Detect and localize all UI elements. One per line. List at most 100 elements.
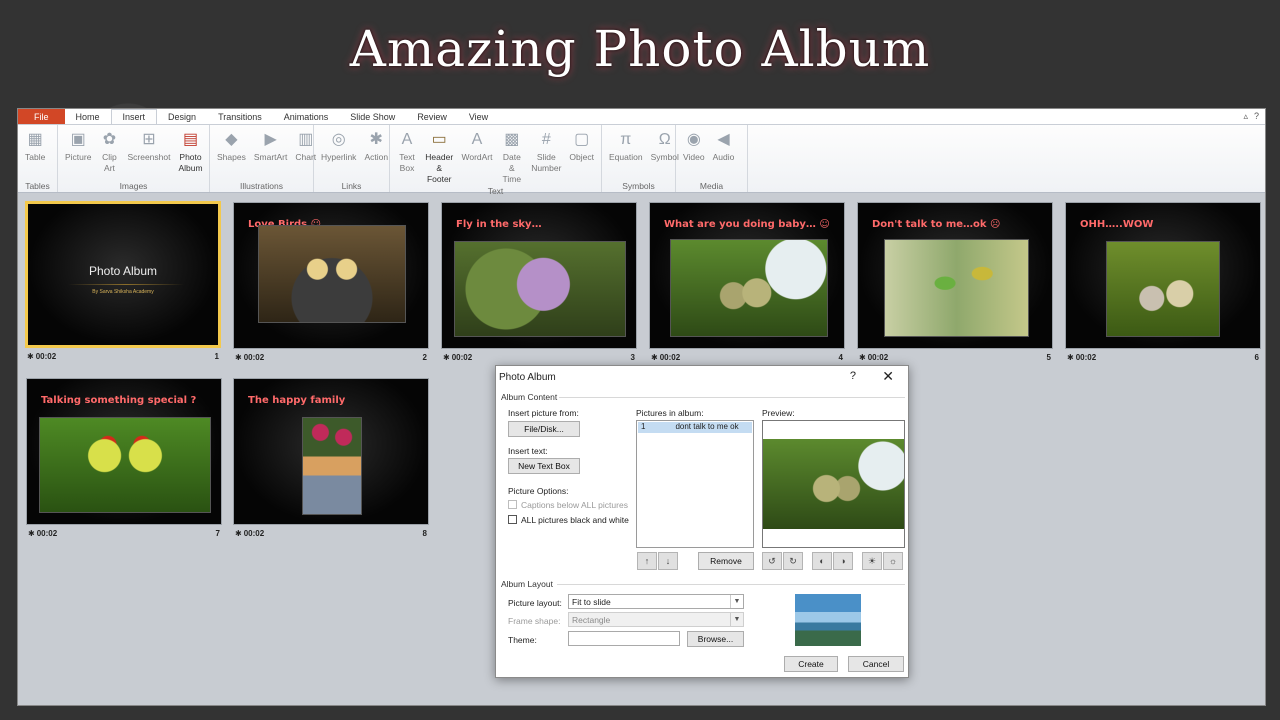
dialog-title: Photo Album	[499, 371, 556, 383]
audio-icon: ◀	[717, 130, 730, 148]
tab-insert[interactable]: Insert	[110, 109, 158, 124]
clip-art-icon: ✿	[102, 130, 117, 148]
help-icon[interactable]: ?	[1254, 111, 1259, 122]
rotate-right-button[interactable]: ↻	[783, 552, 803, 570]
tab-slide-show[interactable]: Slide Show	[339, 109, 406, 124]
thumb-caption: The happy family	[248, 395, 346, 406]
theme-input[interactable]	[568, 631, 680, 646]
text-box-icon: A	[401, 130, 413, 148]
move-up-button[interactable]: ↑	[637, 552, 657, 570]
header-footer-button[interactable]: ▭ Header & Footer	[421, 129, 457, 185]
screenshot-icon: ⊞	[142, 130, 156, 148]
birds-photo	[1106, 241, 1220, 337]
pictures-listbox[interactable]: 1 dont talk to me ok	[636, 420, 754, 548]
thumb-caption: What are you doing baby… ☺	[664, 219, 830, 230]
tab-transitions[interactable]: Transitions	[207, 109, 273, 124]
picture-button[interactable]: ▣ Picture	[61, 129, 95, 180]
group-images: ▣ Picture ✿ Clip Art ⊞ Screenshot ▤ Photo Albu…	[58, 125, 210, 192]
thumb-caption: Fly in the sky…	[456, 219, 542, 230]
wordart-icon: A	[471, 130, 483, 148]
slide-title: Amazing Photo Album	[349, 20, 931, 78]
ribbon-insert: ▦ Table Tables ▣ Picture ✿ Clip Art ⊞ Screens…	[18, 125, 1265, 196]
equation-button[interactable]: π Equation	[605, 129, 647, 180]
object-button[interactable]: ▢ Object	[565, 129, 598, 185]
layout-preview-image	[795, 594, 861, 646]
pictures-in-album-label: Pictures in album:	[636, 408, 704, 418]
slide-thumbnail[interactable]: The happy family ✱ 00:02 8	[233, 378, 429, 538]
calendar-icon: ▩	[504, 130, 520, 148]
group-links: ◎ Hyperlink ✱ Action Links	[314, 125, 390, 192]
clip-art-button[interactable]: ✿ Clip Art	[95, 129, 123, 180]
ribbon-tabbar: File Home Insert Design Transitions Anim…	[18, 109, 1265, 125]
slide-thumbnail[interactable]: Talking something special ? ✱ 00:02 7	[26, 378, 222, 538]
insert-picture-label: Insert picture from:	[508, 408, 579, 418]
file-disk-button[interactable]: File/Disk...	[508, 421, 580, 437]
insert-text-label: Insert text:	[508, 446, 548, 456]
cancel-button[interactable]: Cancel	[848, 656, 904, 672]
slide-thumbnail[interactable]: Photo Album By Sarva Shiksha Academy ✱ 00…	[25, 201, 221, 361]
smartart-button[interactable]: ▶ SmartArt	[250, 129, 292, 180]
black-white-checkbox[interactable]	[508, 515, 517, 524]
video-button[interactable]: ◉ Video	[679, 129, 709, 180]
tab-design[interactable]: Design	[157, 109, 207, 124]
header-footer-icon: ▭	[431, 130, 447, 148]
list-item[interactable]: 1 dont talk to me ok	[638, 422, 752, 433]
slide-number-button[interactable]: # Slide Number	[527, 129, 565, 185]
hyperlink-button[interactable]: ◎ Hyperlink	[317, 129, 360, 180]
slide-thumbnail[interactable]: OHH…..WOW ✱ 00:02 6	[1065, 202, 1261, 362]
video-icon: ◉	[686, 130, 701, 148]
dialog-help-button[interactable]: ?	[850, 370, 856, 382]
minimize-ribbon-icon[interactable]: ▵	[1243, 111, 1248, 122]
chevron-down-icon: ▼	[730, 613, 743, 626]
text-box-button[interactable]: A Text Box	[393, 129, 421, 185]
slide-thumbnail[interactable]: Don't talk to me…ok ☹ ✱ 00:02 5	[857, 202, 1053, 362]
screenshot-button[interactable]: ⊞ Screenshot	[123, 129, 174, 180]
tab-animations[interactable]: Animations	[273, 109, 340, 124]
pi-icon: π	[620, 130, 632, 148]
chevron-down-icon: ▼	[730, 595, 743, 608]
move-down-button[interactable]: ↓	[658, 552, 678, 570]
brightness-up-button[interactable]: ☀	[862, 552, 882, 570]
contrast-up-button[interactable]: ◐	[812, 552, 832, 570]
slide-thumbnail[interactable]: Fly in the sky… ✱ 00:02 3	[441, 202, 637, 362]
omega-icon: Ω	[658, 130, 671, 148]
thumb-caption: Talking something special ?	[41, 395, 197, 406]
remove-button[interactable]: Remove	[698, 552, 754, 570]
group-media: ◉ Video ◀ Audio Media	[676, 125, 748, 192]
shapes-button[interactable]: ◆ Shapes	[213, 129, 250, 180]
slide-thumbnail[interactable]: What are you doing baby… ☺ ✱ 00:02 4	[649, 202, 845, 362]
wordart-button[interactable]: A WordArt	[457, 129, 496, 185]
new-text-box-button[interactable]: New Text Box	[508, 458, 580, 474]
rotate-left-button[interactable]: ↺	[762, 552, 782, 570]
album-layout-section: Album Layout	[501, 579, 905, 589]
tab-view[interactable]: View	[458, 109, 499, 124]
picture-layout-label: Picture layout:	[508, 598, 562, 608]
brightness-down-button[interactable]: ☼	[883, 552, 903, 570]
browse-button[interactable]: Browse...	[687, 631, 744, 647]
tab-review[interactable]: Review	[406, 109, 458, 124]
photo-album-dialog: Photo Album ? ✕ Album Content Insert pic…	[495, 365, 909, 678]
object-icon: ▢	[574, 130, 590, 148]
black-white-label: ALL pictures black and white	[521, 515, 629, 525]
table-button[interactable]: ▦ Table	[21, 129, 49, 180]
picture-layout-select[interactable]: Fit to slide ▼	[568, 594, 744, 609]
group-symbols: π Equation Ω Symbol Symbols	[602, 125, 679, 192]
preview-box	[762, 420, 905, 548]
group-tables: ▦ Table Tables	[18, 125, 58, 192]
create-button[interactable]: Create	[784, 656, 838, 672]
photo-album-button[interactable]: ▤ Photo Album	[174, 129, 206, 180]
date-time-button[interactable]: ▩ Date & Time	[497, 129, 528, 185]
hyperlink-icon: ◎	[331, 130, 346, 148]
dialog-close-button[interactable]: ✕	[882, 368, 894, 385]
group-text: A Text Box ▭ Header & Footer A WordArt ▩ Date …	[390, 125, 602, 196]
audio-button[interactable]: ◀ Audio	[709, 129, 739, 180]
table-icon: ▦	[27, 130, 43, 148]
photo-album-icon: ▤	[182, 130, 199, 148]
tab-home[interactable]: Home	[65, 109, 111, 124]
contrast-down-button[interactable]: ◑	[833, 552, 853, 570]
preview-image	[763, 439, 904, 529]
slide-thumbnail[interactable]: Love Birds ☺ ✱00:022	[233, 202, 429, 362]
tab-file[interactable]: File	[18, 109, 65, 124]
lovebirds-photo	[39, 417, 211, 513]
action-button[interactable]: ✱ Action	[360, 129, 392, 180]
